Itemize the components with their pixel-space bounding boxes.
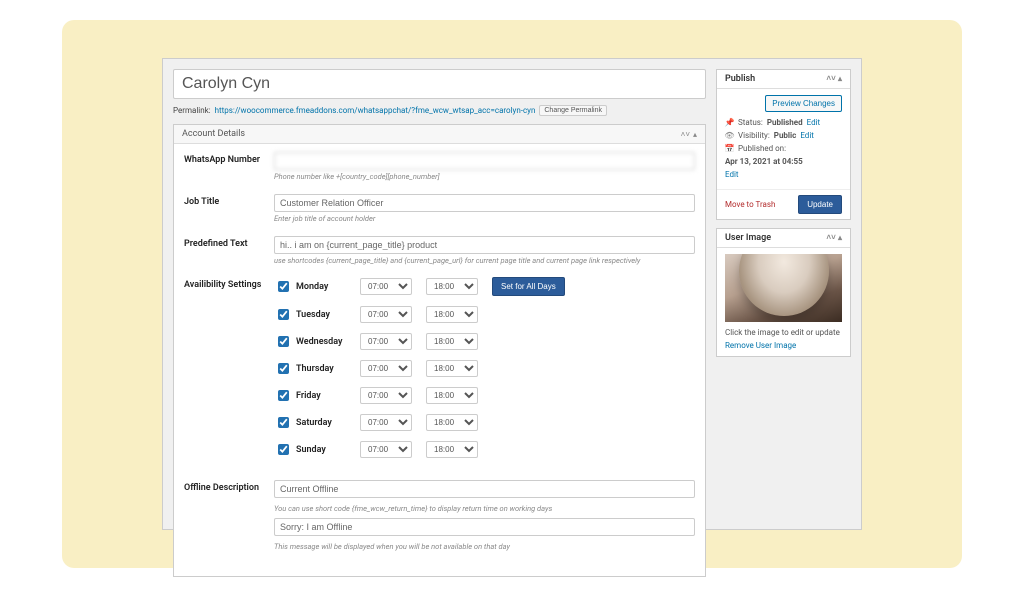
availability-day-name: Friday <box>296 391 321 401</box>
preview-changes-button[interactable]: Preview Changes <box>765 95 842 112</box>
publish-collapse-icon[interactable]: ˄˅ <box>826 74 835 83</box>
panel-collapse-icon[interactable]: ˄˅ <box>681 130 690 139</box>
calendar-icon: 📅 <box>725 144 734 153</box>
predefined-text-hint: use shortcodes {current_page_title} and … <box>274 256 695 266</box>
availability-day-row: Monday 07:00 18:00 Set for All Days <box>274 277 695 296</box>
availability-day-checkbox[interactable] <box>278 417 289 428</box>
availability-day-name: Wednesday <box>296 337 342 347</box>
predefined-text-input[interactable] <box>274 236 695 254</box>
availability-day-name: Thursday <box>296 364 334 374</box>
availability-day-checkbox[interactable] <box>278 336 289 347</box>
availability-from-select[interactable]: 07:00 <box>360 360 412 377</box>
availability-day-name: Sunday <box>296 445 326 455</box>
availability-to-select[interactable]: 18:00 <box>426 414 478 431</box>
availability-day-checkbox[interactable] <box>278 309 289 320</box>
visibility-icon: 👁 <box>725 131 734 140</box>
availability-day-checkbox[interactable] <box>278 281 289 292</box>
availability-day-toggle[interactable]: Saturday <box>274 414 346 431</box>
availability-from-select[interactable]: 07:00 <box>360 414 412 431</box>
availability-day-row: Sunday 07:00 18:00 <box>274 441 695 458</box>
availability-day-toggle[interactable]: Wednesday <box>274 333 346 350</box>
availability-to-select[interactable]: 18:00 <box>426 333 478 350</box>
user-image-hint: Click the image to edit or update <box>725 328 842 337</box>
offline-description-hint-1: You can use short code {fme_wcw_return_t… <box>274 504 695 514</box>
whatsapp-number-hint: Phone number like +[country_code][phone_… <box>274 172 695 182</box>
job-title-input[interactable] <box>274 194 695 212</box>
availability-day-checkbox[interactable] <box>278 390 289 401</box>
availability-to-select[interactable]: 18:00 <box>426 278 478 295</box>
status-label: Status: <box>738 118 763 127</box>
published-label: Published on: <box>738 144 786 153</box>
user-image-collapse-icon[interactable]: ˄˅ <box>826 233 835 242</box>
visibility-label: Visibility: <box>738 131 770 140</box>
visibility-value: Public <box>774 131 797 140</box>
availability-day-row: Saturday 07:00 18:00 <box>274 414 695 431</box>
availability-day-name: Monday <box>296 282 328 292</box>
whatsapp-number-input[interactable] <box>274 152 695 170</box>
panel-toggle-icon[interactable]: ▴ <box>693 130 697 139</box>
offline-description-label: Offline Description <box>184 480 274 552</box>
post-title-input[interactable] <box>173 69 706 99</box>
status-value: Published <box>767 118 803 127</box>
user-image-box-title: User Image <box>725 233 771 243</box>
availability-day-row: Tuesday 07:00 18:00 <box>274 306 695 323</box>
availability-to-select[interactable]: 18:00 <box>426 387 478 404</box>
publish-box-title: Publish <box>725 74 755 84</box>
permalink-url[interactable]: https://woocommerce.fmeaddons.com/whatsa… <box>215 106 536 115</box>
status-edit-link[interactable]: Edit <box>807 118 821 127</box>
set-for-all-days-button[interactable]: Set for All Days <box>492 277 565 296</box>
account-details-panel-title: Account Details <box>182 129 245 139</box>
availability-to-select[interactable]: 18:00 <box>426 441 478 458</box>
user-image-toggle-icon[interactable]: ▴ <box>838 233 842 242</box>
availability-day-toggle[interactable]: Monday <box>274 278 346 295</box>
availability-from-select[interactable]: 07:00 <box>360 306 412 323</box>
publish-toggle-icon[interactable]: ▴ <box>838 74 842 83</box>
availability-day-toggle[interactable]: Tuesday <box>274 306 346 323</box>
change-permalink-button[interactable]: Change Permalink <box>539 105 607 116</box>
user-image-thumbnail[interactable] <box>725 254 842 322</box>
permalink-label: Permalink: <box>173 106 211 115</box>
availability-day-toggle[interactable]: Friday <box>274 387 346 404</box>
availability-day-toggle[interactable]: Thursday <box>274 360 346 377</box>
availability-settings-label: Availibility Settings <box>184 277 274 468</box>
availability-day-name: Saturday <box>296 418 332 428</box>
availability-day-row: Thursday 07:00 18:00 <box>274 360 695 377</box>
pin-icon: 📌 <box>725 118 734 127</box>
availability-from-select[interactable]: 07:00 <box>360 333 412 350</box>
published-edit-link[interactable]: Edit <box>725 170 739 179</box>
availability-from-select[interactable]: 07:00 <box>360 387 412 404</box>
availability-day-name: Tuesday <box>296 310 330 320</box>
update-button[interactable]: Update <box>798 195 842 214</box>
offline-description-hint-2: This message will be displayed when you … <box>274 542 695 552</box>
availability-day-checkbox[interactable] <box>278 444 289 455</box>
availability-from-select[interactable]: 07:00 <box>360 278 412 295</box>
whatsapp-number-label: WhatsApp Number <box>184 152 274 182</box>
availability-day-checkbox[interactable] <box>278 363 289 374</box>
offline-description-input-1[interactable] <box>274 480 695 498</box>
job-title-hint: Enter job title of account holder <box>274 214 695 224</box>
move-to-trash-link[interactable]: Move to Trash <box>725 200 775 209</box>
availability-to-select[interactable]: 18:00 <box>426 360 478 377</box>
job-title-label: Job Title <box>184 194 274 224</box>
published-value: Apr 13, 2021 at 04:55 <box>725 157 803 166</box>
remove-user-image-link[interactable]: Remove User Image <box>725 341 796 350</box>
availability-from-select[interactable]: 07:00 <box>360 441 412 458</box>
availability-day-toggle[interactable]: Sunday <box>274 441 346 458</box>
predefined-text-label: Predefined Text <box>184 236 274 266</box>
visibility-edit-link[interactable]: Edit <box>800 131 814 140</box>
availability-to-select[interactable]: 18:00 <box>426 306 478 323</box>
availability-day-row: Friday 07:00 18:00 <box>274 387 695 404</box>
offline-description-input-2[interactable] <box>274 518 695 536</box>
availability-day-row: Wednesday 07:00 18:00 <box>274 333 695 350</box>
